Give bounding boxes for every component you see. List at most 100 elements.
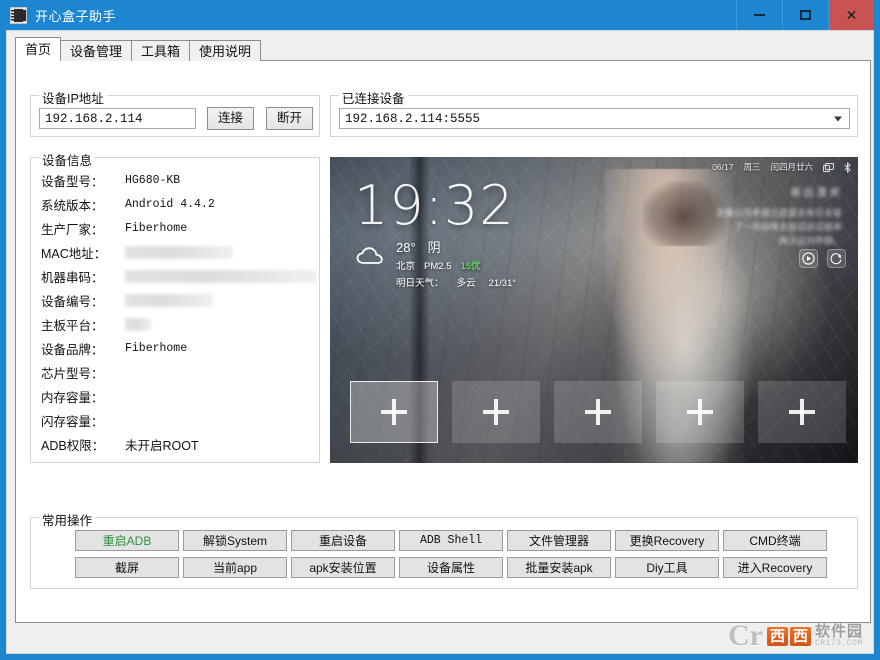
weather-line-tomorrow: 明日天气： 多云 21/31° (396, 277, 516, 291)
device-info-key: 机器串码： (41, 270, 104, 285)
watermark-name: 软件园 (814, 622, 863, 640)
device-info-value: HG680-KB (125, 173, 181, 187)
operation-button[interactable]: Diy工具 (615, 557, 719, 578)
device-info-value: Fiberhome (125, 341, 188, 355)
tab-home-label: 首页 (25, 42, 52, 57)
chevron-down-icon (834, 116, 842, 121)
refresh-icon (830, 253, 842, 265)
operation-button-label: 当前app (212, 560, 258, 575)
watermark-url: CR173.COM (814, 638, 863, 648)
tab-instructions-label: 使用说明 (199, 43, 252, 59)
close-button[interactable]: ✕ (828, 0, 874, 30)
operation-button-label: apk安装位置 (309, 560, 377, 575)
operation-button-label: 设备属性 (426, 560, 475, 575)
tab-device-management[interactable]: 设备管理 (60, 40, 133, 61)
dock-add-tile[interactable] (350, 381, 438, 443)
wallpaper-poem-overlay: 串出潇夹 淤魔公司老裙丘提露支有月圭容 了一场谷唯圭窗诏说诏祖串 再沃证刘甲静。 (716, 185, 842, 249)
dock-add-tile[interactable] (554, 381, 642, 443)
operation-button[interactable]: apk安装位置 (291, 557, 395, 578)
operation-button-label: Diy工具 (646, 560, 688, 575)
plus-icon (687, 399, 713, 425)
poem-line-3: 再沃证刘甲静。 (778, 236, 842, 247)
operation-button[interactable]: 更换Recovery (615, 530, 719, 551)
common-operations-group: 常用操作 重启ADB 解锁System 重启设备 ADB Shell 文件管理器 更换Re… (30, 510, 858, 589)
application-window: 开心盒子助手 ✕ 首页 设备管理 工具箱 使用说明 设备IP地址 192.168… (0, 0, 880, 660)
connected-device-group: 已连接设备 192.168.2.114:5555 (330, 88, 858, 137)
weather-tomorrow-label: 明日天气： (396, 277, 444, 289)
operation-button[interactable]: 重启设备 (291, 530, 395, 551)
device-info-key: MAC地址： (41, 246, 107, 261)
cast-icon (823, 162, 834, 172)
poem-line-2: 了一场谷唯圭窗诏说诏祖串 (733, 221, 842, 232)
watermark-text: 软件园 CR173.COM (815, 624, 863, 648)
tab-device-management-label: 设备管理 (70, 43, 123, 59)
watermark-block-1: 西 (766, 626, 788, 646)
dock-add-tile[interactable] (452, 381, 540, 443)
tab-instructions[interactable]: 使用说明 (189, 40, 262, 61)
operation-button[interactable]: 设备属性 (399, 557, 503, 578)
operation-button[interactable]: 文件管理器 (507, 530, 611, 551)
operation-button[interactable]: 批量安装apk (507, 557, 611, 578)
weather-city: 北京 (396, 260, 416, 272)
device-screen-preview[interactable]: 06/17 周三 闰四月廿六 19:32 28° 阴 北京 PM2.5 15优 … (330, 157, 858, 463)
device-info-key: 系统版本： (41, 198, 104, 213)
weather-text-block: 28° 阴 北京 PM2.5 15优 明日天气： 多云 21/31° (396, 239, 516, 290)
operation-button-label: 截屏 (114, 560, 139, 575)
device-info-row: 芯片型号： (31, 360, 319, 384)
device-ip-input[interactable]: 192.168.2.114 (39, 108, 196, 129)
device-ip-group-label: 设备IP地址 (39, 88, 107, 107)
operation-button-label: 解锁System (202, 533, 267, 548)
device-info-row: 生产厂家： Fiberhome (31, 216, 319, 240)
device-info-key: 主板平台： (41, 318, 104, 333)
bluetooth-icon (844, 161, 851, 173)
plus-icon (381, 399, 407, 425)
status-lunar: 闰四月廿六 (770, 162, 813, 172)
operation-button-label: ADB Shell (419, 533, 483, 547)
device-info-row: MAC地址： (31, 240, 319, 264)
operation-button[interactable]: ADB Shell (399, 530, 503, 551)
maximize-icon (800, 10, 811, 20)
device-ip-group: 设备IP地址 192.168.2.114 连接 断开 (30, 88, 320, 137)
device-info-row: 设备型号： HG680-KB (31, 168, 319, 192)
device-info-row: 系统版本： Android 4.4.2 (31, 192, 319, 216)
operation-button-label: 重启设备 (318, 533, 367, 548)
operation-button-label: 批量安装apk (525, 560, 593, 575)
operation-button[interactable]: 当前app (183, 557, 287, 578)
device-info-key: 生产厂家： (41, 222, 104, 237)
operation-button[interactable]: 解锁System (183, 530, 287, 551)
operation-button[interactable]: 重启ADB (75, 530, 179, 551)
connect-button-label: 连接 (217, 111, 243, 126)
lockscreen-dock (350, 381, 846, 443)
dock-add-tile[interactable] (758, 381, 846, 443)
minimize-button[interactable] (736, 0, 782, 30)
window-controls: ✕ (736, 0, 874, 30)
operation-button[interactable]: 进入Recovery (723, 557, 827, 578)
operation-button[interactable]: 截屏 (75, 557, 179, 578)
device-info-row: 设备品牌： Fiberhome (31, 336, 319, 360)
play-button[interactable] (799, 249, 818, 268)
device-info-value: Android 4.4.2 (125, 197, 215, 211)
lockscreen-round-buttons (799, 249, 846, 268)
title-bar: 开心盒子助手 ✕ (6, 0, 874, 30)
refresh-button[interactable] (827, 249, 846, 268)
device-ip-input-value: 192.168.2.114 (45, 111, 143, 126)
tab-toolbox[interactable]: 工具箱 (131, 40, 191, 61)
dock-add-tile[interactable] (656, 381, 744, 443)
poem-line-1: 淤魔公司老裙丘提露支有月圭容 (715, 207, 842, 218)
connected-device-selected-value: 192.168.2.114:5555 (345, 111, 481, 126)
device-info-key: 设备品牌： (41, 342, 104, 357)
connected-device-select[interactable]: 192.168.2.114:5555 (339, 108, 850, 129)
device-info-row: 机器串码： (31, 264, 319, 288)
device-info-row: 内存容量： (31, 384, 319, 408)
operation-button-label: 更换Recovery (629, 533, 705, 548)
plus-icon (585, 399, 611, 425)
operation-button[interactable]: CMD终端 (723, 530, 827, 551)
maximize-button[interactable] (782, 0, 828, 30)
cloud-icon (356, 246, 386, 271)
lockscreen-clock: 19:32 (354, 174, 515, 237)
lockscreen-weather: 28° 阴 北京 PM2.5 15优 明日天气： 多云 21/31° (356, 239, 516, 290)
disconnect-button[interactable]: 断开 (266, 107, 313, 130)
device-info-row: 主板平台： (31, 312, 319, 336)
connect-button[interactable]: 连接 (207, 107, 254, 130)
tab-home[interactable]: 首页 (15, 37, 62, 62)
